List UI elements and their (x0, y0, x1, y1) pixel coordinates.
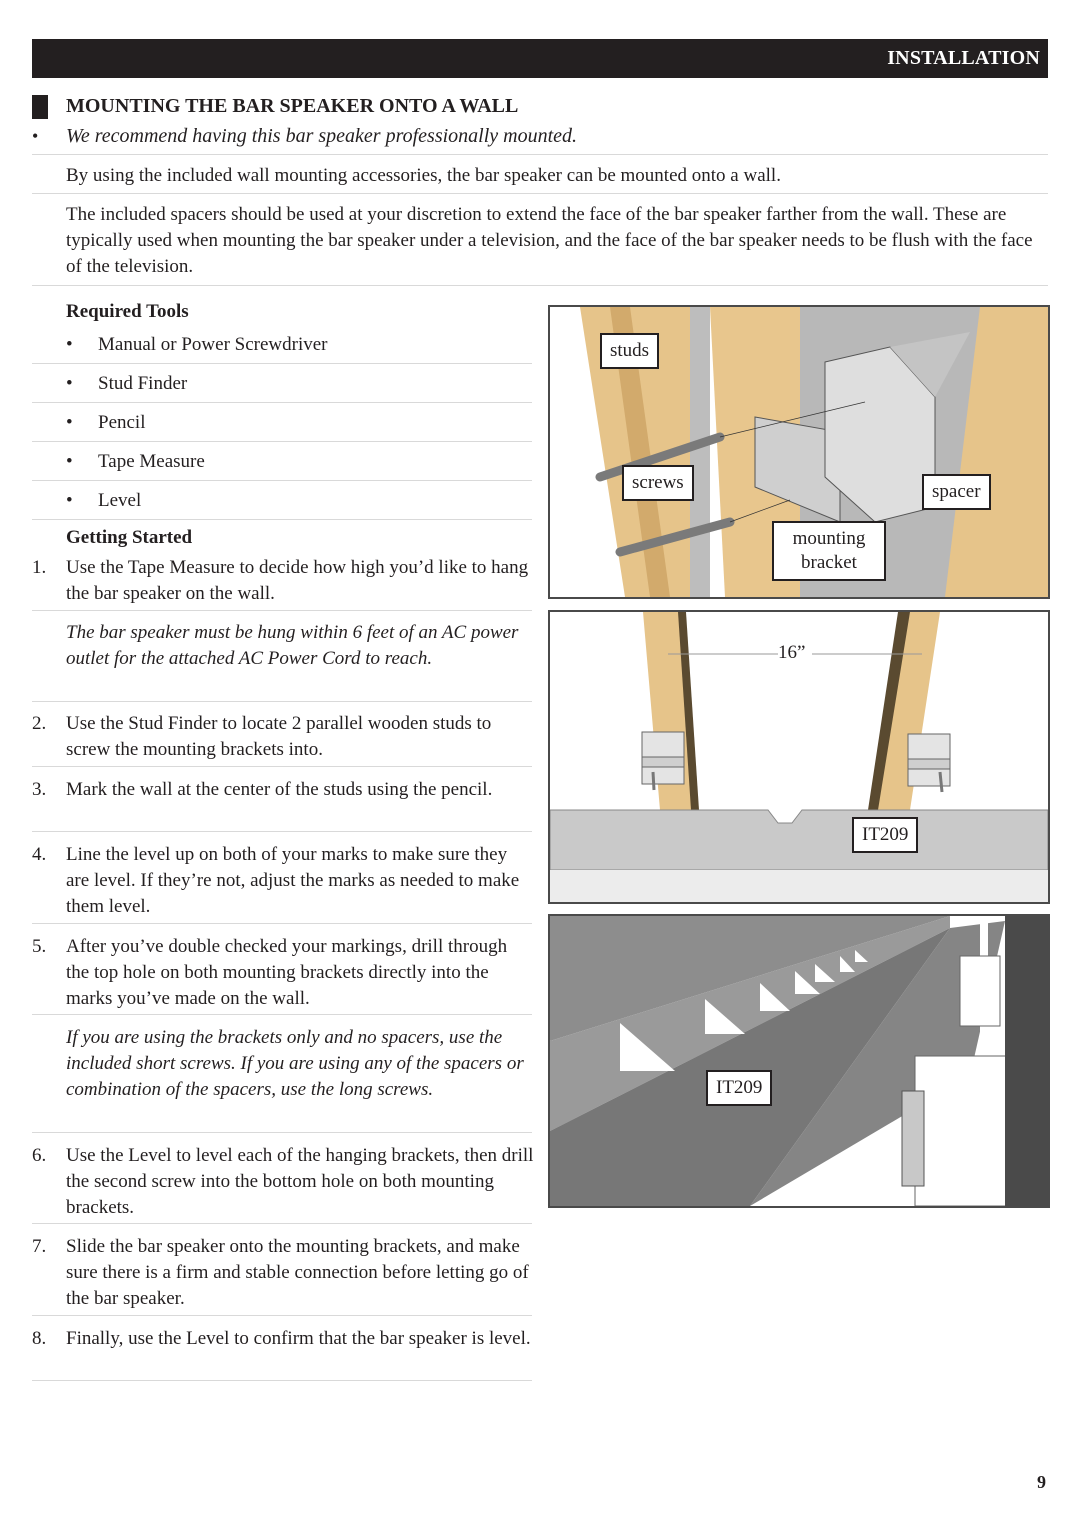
tool-item: • Manual or Power Screwdriver (66, 334, 328, 355)
divider (32, 610, 532, 611)
model-label: IT209 (706, 1070, 773, 1106)
tool-item: • Stud Finder (66, 373, 188, 394)
divider (32, 519, 532, 520)
divider (32, 1315, 532, 1316)
page-number: 9 (1037, 1472, 1046, 1492)
bullet-icon: • (66, 451, 73, 472)
divider (32, 831, 532, 832)
divider (32, 441, 532, 442)
power-cord-note: The bar speaker must be hung within 6 fe… (66, 622, 519, 669)
label-mounting-bracket: mounting bracket (772, 521, 886, 581)
tool-item: • Level (66, 490, 142, 511)
screws-note: If you are using the brackets only and n… (66, 1027, 524, 1100)
divider (32, 701, 532, 702)
intro-paragraph: By using the included wall mounting acce… (66, 165, 781, 186)
label-studs: studs (600, 333, 660, 369)
figure-bracket-exploded: studs screws spacer mounting bracket (548, 305, 1050, 599)
section-marker (32, 95, 48, 119)
spacers-paragraph: The included spacers should be used at y… (66, 204, 1033, 277)
label-screws: screws (622, 465, 694, 501)
divider (32, 923, 532, 924)
section-header-bar: INSTALLATION (32, 39, 1048, 78)
divider (32, 363, 532, 364)
side-wall (1005, 916, 1048, 1206)
divider (32, 480, 532, 481)
bracket-near (914, 1055, 1011, 1206)
bracket-left (641, 731, 685, 791)
divider (32, 193, 1048, 194)
model-label: IT209 (852, 817, 919, 853)
divider (32, 285, 1048, 286)
getting-started-heading: Getting Started (66, 527, 193, 548)
distance-label: 16” (778, 642, 806, 663)
divider (32, 766, 532, 767)
bracket-right (907, 733, 951, 793)
bracket-far (959, 955, 1001, 1027)
tool-item: • Pencil (66, 412, 146, 433)
mounted-speaker-illustration (550, 916, 1048, 1206)
figure-stud-spacing: 16” IT209 (548, 610, 1050, 904)
bullet-icon: • (66, 373, 73, 394)
bar-speaker-top (550, 809, 1048, 871)
tool-item: • Tape Measure (66, 451, 205, 472)
divider (32, 1014, 532, 1015)
bullet-icon: • (66, 334, 73, 355)
section-title: MOUNTING THE BAR SPEAKER ONTO A WALL (66, 95, 519, 117)
required-tools-heading: Required Tools (66, 301, 189, 322)
divider (32, 1132, 532, 1133)
bullet-icon: • (32, 126, 39, 146)
recommendation-note: We recommend having this bar speaker pro… (66, 125, 578, 147)
bullet-icon: • (66, 412, 73, 433)
figure-speaker-mounted: IT209 (548, 914, 1050, 1208)
divider (32, 1223, 532, 1224)
label-spacer: spacer (922, 474, 991, 510)
section-header-title: INSTALLATION (887, 47, 1040, 69)
divider (32, 402, 532, 403)
bullet-icon: • (66, 490, 73, 511)
divider (32, 1380, 532, 1381)
divider (32, 154, 1048, 155)
